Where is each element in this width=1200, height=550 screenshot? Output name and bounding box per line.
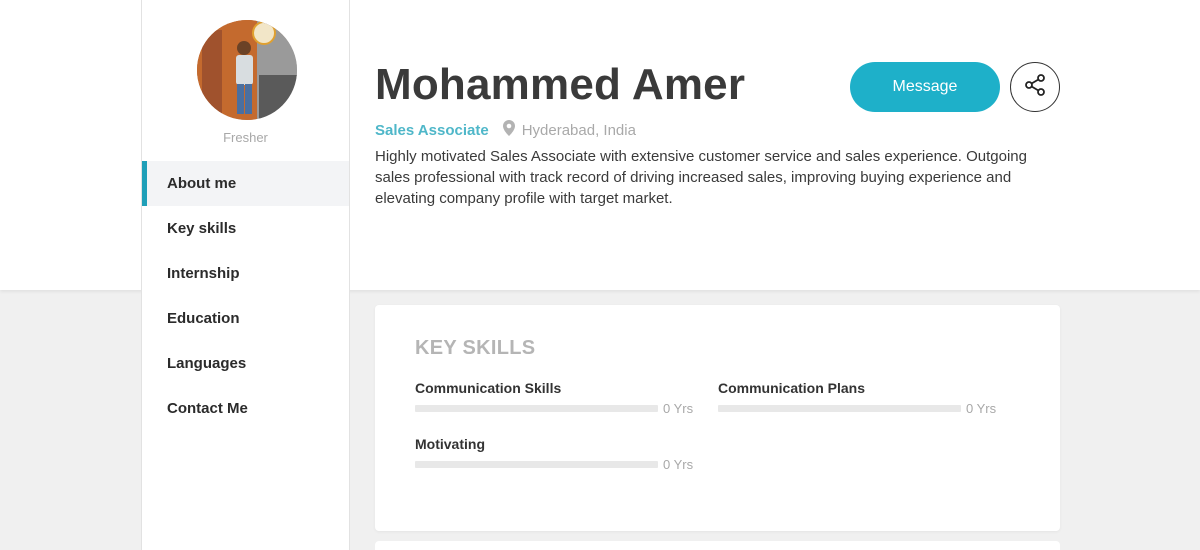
nav-item-internship[interactable]: Internship <box>142 251 349 296</box>
profile-name: Mohammed Amer <box>375 60 746 109</box>
nav-item-key-skills[interactable]: Key skills <box>142 206 349 251</box>
avatar[interactable] <box>197 20 297 120</box>
key-skills-card: KEY SKILLS Communication Skills 0 Yrs Co… <box>375 305 1060 531</box>
nav-item-languages[interactable]: Languages <box>142 341 349 386</box>
profile-location: Hyderabad, India <box>521 121 636 139</box>
skill-progress-bar <box>718 405 961 412</box>
skill-name: Communication Plans <box>718 380 866 396</box>
share-icon <box>1023 73 1047 102</box>
profile-sidebar: Fresher About me Key skills Internship E… <box>141 0 350 550</box>
share-button[interactable] <box>1010 62 1060 112</box>
skill-years: 0 Yrs <box>663 457 694 472</box>
skill-name: Communication Skills <box>415 380 562 396</box>
profile-bio: Highly motivated Sales Associate with ex… <box>375 148 1027 207</box>
profile-subline: Sales Associate Hyderabad, India <box>375 120 636 140</box>
nav-item-about-me[interactable]: About me <box>142 161 349 206</box>
map-pin-icon <box>502 120 515 140</box>
nav-item-contact-me[interactable]: Contact Me <box>142 386 349 431</box>
profile-nav: About me Key skills Internship Education… <box>142 161 349 431</box>
message-button[interactable]: Message <box>850 62 1000 112</box>
skill-item: Motivating 0 Yrs <box>415 436 695 472</box>
skill-name: Motivating <box>415 436 485 452</box>
key-skills-title: KEY SKILLS <box>415 337 536 359</box>
skill-item: Communication Plans 0 Yrs <box>718 380 998 416</box>
skill-years: 0 Yrs <box>966 401 997 416</box>
skill-years: 0 Yrs <box>663 401 694 416</box>
skill-progress-bar <box>415 405 658 412</box>
profile-role: Sales Associate <box>375 121 489 139</box>
next-section-card <box>375 541 1060 550</box>
skill-item: Communication Skills 0 Yrs <box>415 380 695 416</box>
skill-progress-bar <box>415 461 658 468</box>
profile-status: Fresher <box>223 130 268 145</box>
nav-item-education[interactable]: Education <box>142 296 349 341</box>
